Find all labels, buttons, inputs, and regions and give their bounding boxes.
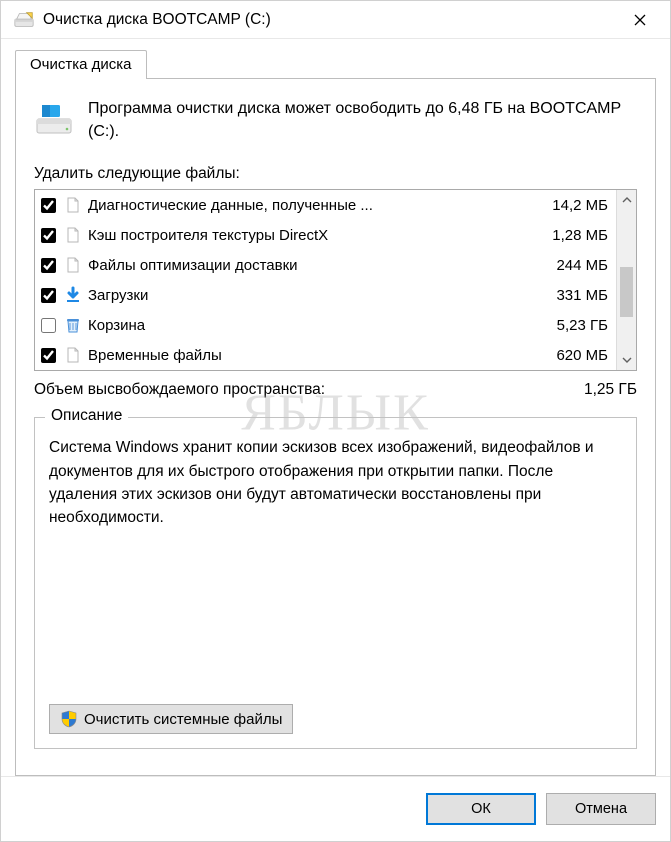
window-title: Очистка диска BOOTCAMP (C:) bbox=[43, 11, 618, 29]
dialog-buttons: ОК Отмена bbox=[1, 776, 670, 841]
file-size: 331 МБ bbox=[556, 287, 608, 304]
tab-page: ЯБЛЫК Программа очистки диска может осво… bbox=[15, 78, 656, 776]
intro-text: Программа очистки диска может освободить… bbox=[88, 97, 637, 143]
file-list-body[interactable]: Диагностические данные, полученные ... 14… bbox=[35, 190, 616, 370]
file-list: Диагностические данные, полученные ... 14… bbox=[34, 189, 637, 371]
file-name: Корзина bbox=[88, 317, 551, 334]
file-checkbox[interactable] bbox=[41, 258, 56, 273]
list-item[interactable]: Диагностические данные, полученные ... 14… bbox=[35, 190, 616, 220]
file-icon bbox=[64, 226, 82, 244]
disk-cleanup-window: Очистка диска BOOTCAMP (C:) Очистка диск… bbox=[0, 0, 671, 842]
list-item[interactable]: Корзина 5,23 ГБ bbox=[35, 310, 616, 340]
description-text: Система Windows хранит копии эскизов все… bbox=[49, 436, 622, 696]
files-header: Удалить следующие файлы: bbox=[34, 165, 637, 183]
close-button[interactable] bbox=[618, 5, 662, 35]
file-checkbox[interactable] bbox=[41, 198, 56, 213]
list-item[interactable]: Файлы оптимизации доставки 244 МБ bbox=[35, 250, 616, 280]
scrollbar[interactable] bbox=[616, 190, 636, 370]
file-checkbox[interactable] bbox=[41, 318, 56, 333]
file-checkbox[interactable] bbox=[41, 348, 56, 363]
summary-row: Объем высвобождаемого пространства: 1,25… bbox=[34, 381, 637, 399]
shield-icon bbox=[60, 710, 78, 728]
file-size: 1,28 МБ bbox=[552, 227, 608, 244]
list-item[interactable]: Загрузки 331 МБ bbox=[35, 280, 616, 310]
file-name: Файлы оптимизации доставки bbox=[88, 257, 550, 274]
cancel-button[interactable]: Отмена bbox=[546, 793, 656, 825]
scroll-thumb[interactable] bbox=[620, 267, 633, 317]
bin-icon bbox=[64, 316, 82, 334]
file-name: Кэш построителя текстуры DirectX bbox=[88, 227, 546, 244]
file-checkbox[interactable] bbox=[41, 228, 56, 243]
close-icon bbox=[634, 14, 646, 26]
file-size: 14,2 МБ bbox=[552, 197, 608, 214]
scroll-up-icon[interactable] bbox=[618, 191, 636, 209]
file-name: Загрузки bbox=[88, 287, 550, 304]
file-checkbox[interactable] bbox=[41, 288, 56, 303]
intro-row: Программа очистки диска может освободить… bbox=[34, 97, 637, 143]
list-item[interactable]: Временные файлы 620 МБ bbox=[35, 340, 616, 370]
file-icon bbox=[64, 346, 82, 364]
cleanup-system-files-label: Очистить системные файлы bbox=[84, 711, 282, 728]
download-icon bbox=[64, 286, 82, 304]
file-name: Диагностические данные, полученные ... bbox=[88, 197, 546, 214]
tab-strip: Очистка диска bbox=[15, 47, 656, 79]
cleanup-system-files-button[interactable]: Очистить системные файлы bbox=[49, 704, 293, 734]
drive-icon bbox=[34, 99, 74, 139]
file-icon bbox=[64, 256, 82, 274]
ok-button[interactable]: ОК bbox=[426, 793, 536, 825]
file-name: Временные файлы bbox=[88, 347, 550, 364]
summary-value: 1,25 ГБ bbox=[584, 381, 637, 399]
disk-cleanup-icon bbox=[13, 9, 35, 31]
summary-label: Объем высвобождаемого пространства: bbox=[34, 381, 325, 399]
titlebar: Очистка диска BOOTCAMP (C:) bbox=[1, 1, 670, 39]
description-legend: Описание bbox=[45, 407, 128, 425]
description-group: Описание Система Windows хранит копии эс… bbox=[34, 417, 637, 749]
file-icon bbox=[64, 196, 82, 214]
scroll-track[interactable] bbox=[617, 209, 636, 351]
tab-disk-cleanup[interactable]: Очистка диска bbox=[15, 50, 147, 79]
file-size: 244 МБ bbox=[556, 257, 608, 274]
dialog-content: Очистка диска ЯБЛЫК Программа очистки ди… bbox=[1, 39, 670, 776]
file-size: 620 МБ bbox=[556, 347, 608, 364]
scroll-down-icon[interactable] bbox=[618, 351, 636, 369]
list-item[interactable]: Кэш построителя текстуры DirectX 1,28 МБ bbox=[35, 220, 616, 250]
file-size: 5,23 ГБ bbox=[557, 317, 608, 334]
